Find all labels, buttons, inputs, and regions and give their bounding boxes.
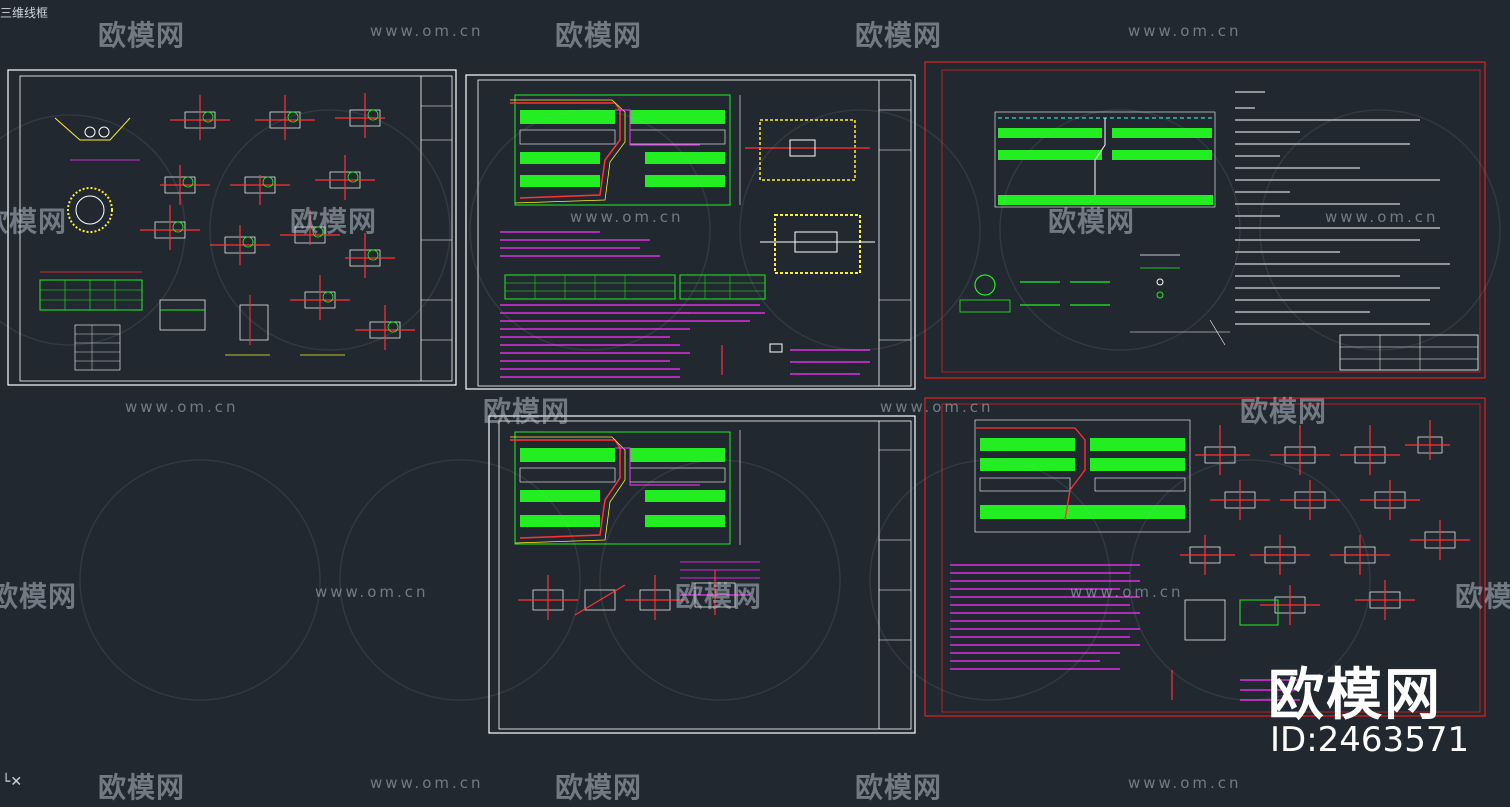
- watermark-url: www.om.cn: [370, 22, 484, 40]
- watermark-url: www.om.cn: [315, 583, 429, 601]
- sheet-2[interactable]: [465, 74, 916, 390]
- watermark-url: www.om.cn: [1070, 583, 1184, 601]
- ucs-axis-icon: └✕: [2, 774, 23, 790]
- sheet-1[interactable]: [7, 69, 457, 386]
- watermark-logo: 欧模网: [0, 205, 68, 238]
- watermark-logo: 欧模网: [855, 19, 943, 52]
- watermark-url: www.om.cn: [570, 208, 684, 226]
- watermark-logo: 欧模网: [1240, 395, 1328, 428]
- watermark-url: www.om.cn: [1325, 208, 1439, 226]
- watermark-url: www.om.cn: [370, 774, 484, 792]
- watermark-url: www.om.cn: [880, 398, 994, 416]
- watermark-url: www.om.cn: [1128, 774, 1242, 792]
- watermark-logo: 欧模网: [855, 771, 943, 804]
- watermark-url: www.om.cn: [125, 398, 239, 416]
- watermark-logo: 欧模网: [555, 19, 643, 52]
- watermark-brand-large: 欧模网: [1268, 663, 1442, 728]
- watermark-logo: 欧模网: [290, 205, 378, 238]
- watermark-logo: 欧模网: [555, 771, 643, 804]
- watermark-logo: 欧模网: [0, 580, 78, 613]
- watermark-logo: 欧模网: [1455, 580, 1510, 613]
- viewport-label[interactable]: 三维线框: [0, 4, 48, 21]
- watermark-url: www.om.cn: [1128, 22, 1242, 40]
- watermark-logo: 欧模网: [98, 771, 186, 804]
- watermark-logo: 欧模网: [98, 19, 186, 52]
- watermark-logo: 欧模网: [675, 580, 763, 613]
- watermark-logo: 欧模网: [483, 395, 571, 428]
- watermark-id: ID:2463571: [1270, 720, 1470, 760]
- watermark-logo: 欧模网: [1048, 205, 1136, 238]
